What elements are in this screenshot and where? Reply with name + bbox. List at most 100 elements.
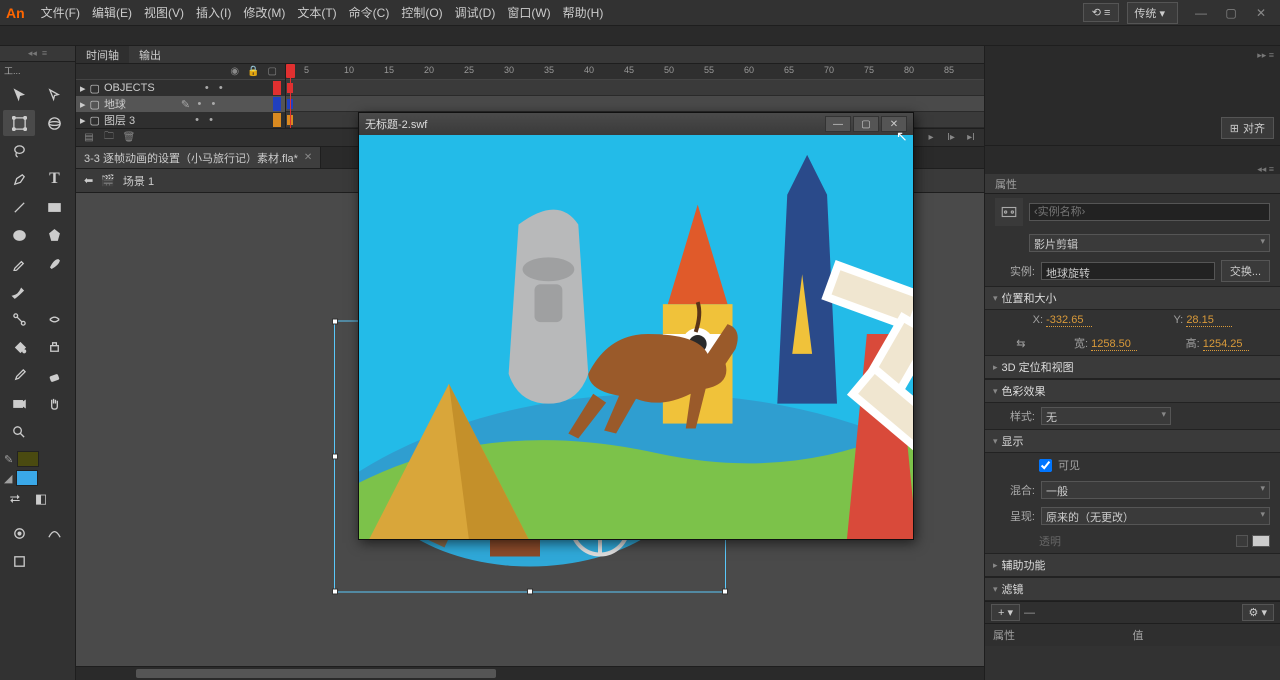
height-value[interactable]: 1254.25 [1203,338,1249,351]
next-frame-icon[interactable]: I▸ [944,131,958,145]
3d-rotation-tool-icon[interactable] [39,110,71,136]
swap-colors-icon[interactable]: ⮂ [4,489,26,509]
blend-dropdown[interactable]: 一般 [1041,481,1270,499]
menu-text[interactable]: 文本(T) [291,0,342,25]
default-colors-icon[interactable]: ◧ [30,489,52,509]
scene-label[interactable]: 场景 1 [123,173,154,189]
section-colorfx[interactable]: 色彩效果 [985,379,1280,403]
properties-tab[interactable]: 属性 [985,174,1280,194]
menu-edit[interactable]: 编辑(E) [86,0,138,25]
menu-modify[interactable]: 修改(M) [237,0,291,25]
render-dropdown[interactable]: 原来的（无更改） [1041,507,1270,525]
delete-layer-icon[interactable]: 🗑 [122,131,136,145]
tab-output[interactable]: 输出 [129,46,171,63]
lasso-tool-icon[interactable] [3,138,35,164]
window-minimize-icon[interactable]: — [1188,4,1214,22]
section-filters[interactable]: 滤镜 [985,577,1280,601]
section-accessibility[interactable]: 辅助功能 [985,553,1280,577]
hand-tool-icon[interactable] [39,390,71,416]
menu-window[interactable]: 窗口(W) [501,0,556,25]
width-value[interactable]: 1258.50 [1091,338,1137,351]
paint-bucket-tool-icon[interactable] [3,334,35,360]
smooth-option-icon[interactable] [39,520,71,546]
menu-file[interactable]: 文件(F) [35,0,86,25]
snap-to-object-icon[interactable] [3,520,35,546]
swf-minimize-icon[interactable]: — [825,116,851,132]
stage-scrollbar[interactable] [76,666,984,680]
section-display[interactable]: 显示 [985,429,1280,453]
filter-opt-icon[interactable]: — [1024,607,1035,619]
paintbrush-tool-icon[interactable] [3,278,35,304]
last-frame-icon[interactable]: ▸I [964,131,978,145]
eraser-tool-icon[interactable] [39,362,71,388]
menu-insert[interactable]: 插入(I) [190,0,237,25]
movieclip-icon [995,198,1023,226]
layer-row-selected[interactable]: ▸▢地球 ✎•• [76,96,285,112]
collapse-icon[interactable]: ▸▸ ≡ [1257,50,1274,61]
menu-help[interactable]: 帮助(H) [557,0,610,25]
menu-debug[interactable]: 调试(D) [449,0,502,25]
add-filter-button[interactable]: + ▾ [991,604,1020,621]
window-close-icon[interactable]: ✕ [1248,4,1274,22]
layer-row[interactable]: ▸▢图层 3 •• [76,112,285,128]
stroke-swatch[interactable] [17,451,39,467]
bg-swatch[interactable] [1252,535,1270,547]
subselection-tool-icon[interactable] [39,82,71,108]
eyedropper-tool-icon[interactable] [3,362,35,388]
layer-row[interactable]: ▸▢OBJECTS •• [76,80,285,96]
transparent-swatch[interactable] [1236,535,1248,547]
bone-tool-icon[interactable] [3,306,35,332]
back-icon[interactable]: ⬅ [84,174,93,187]
text-tool-icon[interactable]: T [39,166,71,192]
brush-tool-icon[interactable] [39,250,71,276]
properties-panel: ◂◂ ≡ 属性 影片剪辑 实例: 地球旋转 交换... 位置和大小 X: -33… [985,164,1280,680]
panel-head-icon[interactable]: ◂◂ ≡ [985,164,1280,174]
align-panel-button[interactable]: ⊞对齐 [1221,117,1274,139]
section-3d[interactable]: 3D 定位和视图 [985,355,1280,379]
lock-icon[interactable]: 🔒 [247,66,259,77]
playhead[interactable] [290,64,291,128]
tab-timeline[interactable]: 时间轴 [76,46,129,63]
selection-tool-icon[interactable] [3,82,35,108]
colorfx-style-dropdown[interactable]: 无 [1041,407,1171,425]
bind-tool-icon[interactable] [39,306,71,332]
sync-button[interactable]: ⟲ ≡ [1083,3,1120,22]
link-icon[interactable]: ⇆ [1016,337,1025,350]
section-position[interactable]: 位置和大小 [985,286,1280,310]
swf-titlebar[interactable]: 无标题-2.swf — ▢ ✕ [359,113,913,135]
filter-gear-icon[interactable]: ⚙ ▾ [1242,604,1274,621]
camera-tool-icon[interactable] [3,390,35,416]
polystar-tool-icon[interactable] [39,222,71,248]
x-value[interactable]: -332.65 [1046,314,1092,327]
pencil-tool-icon[interactable] [3,250,35,276]
ink-bottle-tool-icon[interactable] [39,334,71,360]
window-maximize-icon[interactable]: ▢ [1218,4,1244,22]
timeline-ruler[interactable]: 1510152025303540455055606570758085909510… [286,64,984,80]
play-icon[interactable]: ▸ [924,131,938,145]
layout-dropdown[interactable]: 传统 ▾ [1127,2,1178,24]
menu-control[interactable]: 控制(O) [395,0,448,25]
swf-maximize-icon[interactable]: ▢ [853,116,879,132]
menu-view[interactable]: 视图(V) [138,0,190,25]
eye-icon[interactable]: ◉ [230,66,239,77]
swap-button[interactable]: 交换... [1221,260,1270,282]
line-tool-icon[interactable] [3,194,35,220]
pen-tool-icon[interactable] [3,166,35,192]
tools-header[interactable]: ◂◂ ≡ [0,46,75,62]
zoom-tool-icon[interactable] [3,418,35,444]
close-tab-icon[interactable]: ✕ [304,152,312,163]
oval-tool-icon[interactable] [3,222,35,248]
document-tab[interactable]: 3-3 逐帧动画的设置（小马旅行记）素材.fla* ✕ [76,147,321,168]
menu-command[interactable]: 命令(C) [343,0,396,25]
y-value[interactable]: 28.15 [1186,314,1232,327]
new-layer-icon[interactable]: ▤ [82,131,96,145]
option-icon[interactable] [3,548,35,574]
instance-name-input[interactable] [1029,203,1270,221]
outline-icon[interactable]: ▢ [268,66,277,77]
visible-checkbox[interactable] [1039,459,1052,472]
fill-swatch[interactable] [16,470,38,486]
new-folder-icon[interactable]: 🗀 [102,131,116,145]
free-transform-tool-icon[interactable] [3,110,35,136]
rectangle-tool-icon[interactable] [39,194,71,220]
symbol-type-dropdown[interactable]: 影片剪辑 [1029,234,1270,252]
